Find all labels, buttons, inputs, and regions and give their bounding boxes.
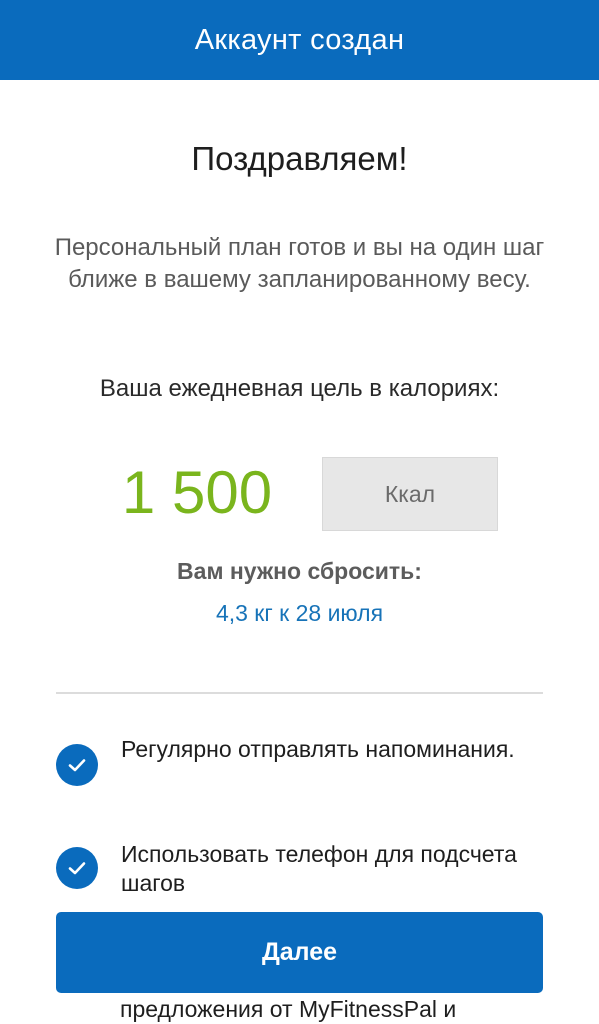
checkmark-circle-icon[interactable]	[56, 847, 98, 889]
reminders-option-label: Регулярно отправлять напоминания.	[121, 736, 515, 762]
next-button-label: Далее	[261, 938, 338, 966]
page-title: Поздравляем!	[191, 140, 408, 177]
plan-ready-message: Персональный план готов и вы на один шаг…	[54, 234, 545, 293]
header-title: Аккаунт создан	[194, 23, 405, 56]
calorie-unit-label: Ккал	[384, 480, 436, 507]
step-count-option-label: Использовать телефон для подсчета шагов	[121, 841, 517, 896]
next-button[interactable]: Далее	[56, 912, 543, 993]
header-bar: Аккаунт создан	[0, 0, 599, 80]
daily-goal-label: Ваша ежедневная цель в калориях:	[99, 375, 500, 402]
step-count-option[interactable]: Использовать телефон для подсчета шагов	[56, 840, 543, 900]
reminders-option[interactable]: Регулярно отправлять напоминания.	[56, 735, 543, 805]
calorie-unit-selector[interactable]: Ккал	[322, 457, 498, 531]
checkmark-circle-icon[interactable]	[56, 744, 98, 786]
offers-option-label: предложения от MyFitnessPal и	[120, 996, 457, 1022]
section-divider	[56, 692, 543, 694]
weight-loss-label: Вам нужно сбросить:	[177, 558, 422, 584]
calorie-goal-value: 1 500	[121, 459, 273, 526]
weight-loss-value: 4,3 кг к 28 июля	[215, 600, 384, 626]
